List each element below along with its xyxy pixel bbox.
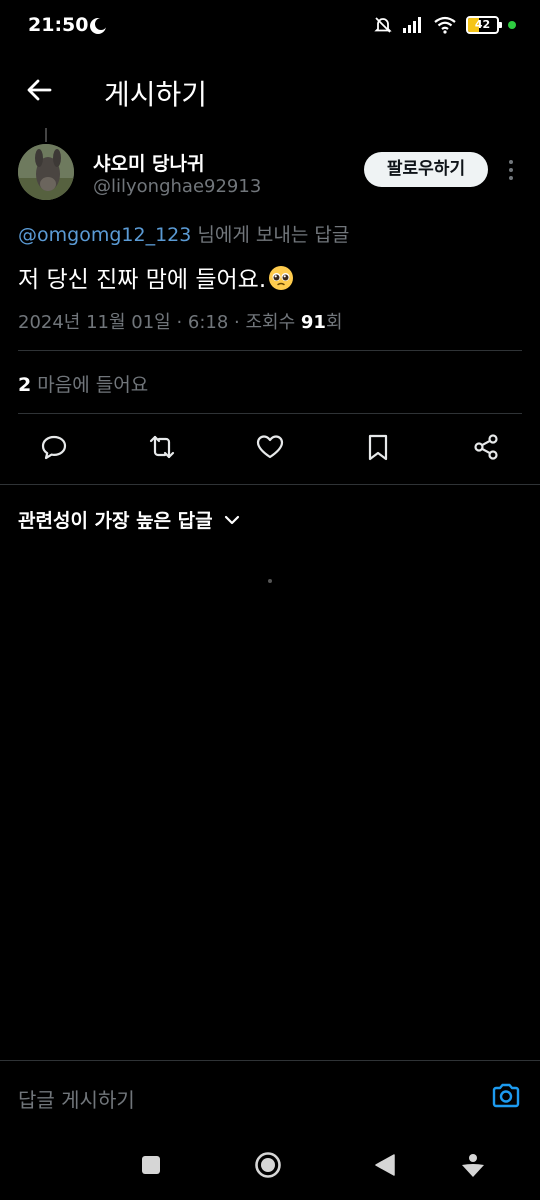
arrow-left-icon[interactable]	[24, 74, 56, 106]
status-icons: 42	[373, 15, 516, 35]
system-navigation-bar	[0, 1128, 540, 1200]
post-actions	[0, 432, 540, 468]
reply-sort-dropdown[interactable]: 관련성이 가장 높은 답글	[18, 506, 241, 533]
follow-button[interactable]: 팔로우하기	[364, 152, 488, 187]
loading-indicator	[268, 579, 272, 583]
avatar[interactable]	[18, 144, 74, 200]
assistant-button-icon[interactable]	[458, 1150, 488, 1180]
divider	[18, 350, 522, 351]
more-options-icon[interactable]	[505, 158, 517, 182]
divider	[18, 413, 522, 414]
status-time: 21:50	[28, 14, 89, 36]
bookmark-icon[interactable]	[363, 432, 393, 462]
recents-button-icon[interactable]	[136, 1150, 166, 1180]
likes-count: 2	[18, 374, 32, 396]
top-app-bar: 게시하기	[0, 60, 540, 120]
thread-connector-line	[45, 128, 47, 142]
reply-icon[interactable]	[39, 432, 69, 462]
pleading-face-emoji-icon	[269, 266, 294, 290]
page-title: 게시하기	[104, 78, 208, 111]
divider	[0, 1060, 540, 1061]
reply-sort-label: 관련성이 가장 높은 답글	[18, 510, 213, 532]
user-handle[interactable]: @lilyonghae92913	[93, 176, 261, 197]
home-button-icon[interactable]	[253, 1150, 283, 1180]
display-name[interactable]: 샤오미 당나귀	[93, 149, 205, 176]
battery-icon: 42	[466, 16, 502, 34]
view-count-suffix: 회	[325, 312, 343, 333]
likes-summary[interactable]: 2 마음에 들어요	[18, 370, 148, 397]
privacy-indicator-dot	[508, 21, 516, 29]
share-icon[interactable]	[471, 432, 501, 462]
wifi-icon	[434, 16, 456, 34]
signal-icon	[403, 17, 421, 33]
reply-input[interactable]: 답글 게시하기	[18, 1084, 135, 1113]
reply-mention-link[interactable]: @omgomg12_123	[18, 224, 191, 246]
like-icon[interactable]	[255, 432, 285, 462]
post-text: 저 당신 진짜 맘에 들어요.	[18, 260, 294, 294]
post-metadata: 2024년 11월 01일 · 6:18 · 조회수 91회	[18, 308, 343, 334]
camera-icon[interactable]	[490, 1080, 522, 1112]
post-body: 저 당신 진짜 맘에 들어요.	[18, 267, 267, 293]
post-timestamp: 2024년 11월 01일 · 6:18 · 조회수	[18, 312, 301, 333]
divider	[0, 484, 540, 485]
likes-label: 마음에 들어요	[31, 374, 149, 396]
repost-icon[interactable]	[147, 432, 177, 462]
status-bar: 21:50 42	[0, 0, 540, 52]
reply-context-suffix: 님에게 보내는 답글	[191, 224, 350, 246]
reply-context: @omgomg12_123 님에게 보내는 답글	[18, 220, 349, 247]
back-button-icon[interactable]	[370, 1150, 400, 1180]
moon-icon	[90, 18, 107, 34]
view-count: 91	[300, 312, 326, 333]
chevron-down-icon	[224, 515, 239, 524]
mute-bell-icon	[374, 17, 392, 33]
